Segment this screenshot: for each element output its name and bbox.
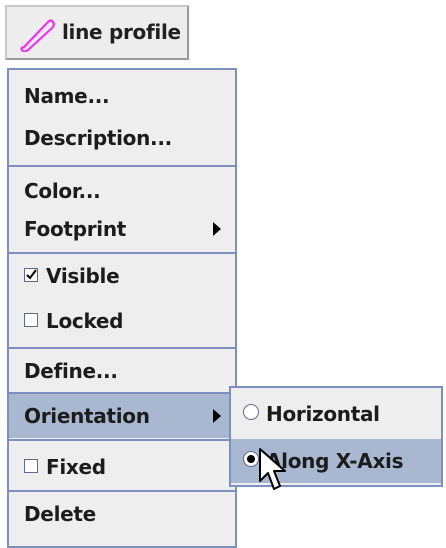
visible-checkbox-icon (24, 268, 38, 282)
menu-item-label: Name... (24, 84, 110, 108)
menu-item-label: Orientation (24, 404, 150, 428)
menu-item-orientation[interactable]: Orientation (9, 394, 235, 438)
submenu-item-label: Horizontal (266, 402, 380, 426)
horizontal-radio-icon (243, 404, 259, 420)
menu-item-label: Fixed (46, 455, 106, 479)
menu-item-delete[interactable]: Delete (9, 492, 235, 536)
menu-item-visible[interactable]: Visible (9, 254, 235, 298)
menu-separator (9, 439, 235, 441)
menu-item-label: Delete (24, 502, 96, 526)
tool-label: line profile (62, 20, 181, 44)
context-menu: Name... Description... Color... Footprin… (7, 68, 237, 548)
menu-item-label: Visible (46, 264, 120, 288)
menu-item-fixed[interactable]: Fixed (9, 445, 235, 489)
submenu-item-label: Along X-Axis (266, 449, 404, 473)
menu-item-footprint[interactable]: Footprint (9, 207, 235, 251)
submenu-arrow-icon (213, 409, 221, 423)
menu-item-label: Locked (46, 309, 124, 333)
menu-item-label: Define... (24, 359, 118, 383)
submenu-arrow-icon (213, 222, 221, 236)
orientation-submenu: Horizontal Along X-Axis (229, 386, 443, 487)
menu-item-define[interactable]: Define... (9, 349, 235, 393)
line-profile-button[interactable]: line profile (5, 5, 189, 60)
menu-item-locked[interactable]: Locked (9, 299, 235, 343)
fixed-checkbox-icon (24, 459, 38, 473)
locked-checkbox-icon (24, 313, 38, 327)
menu-item-name[interactable]: Name... (9, 74, 235, 118)
menu-separator (9, 165, 235, 167)
menu-item-label: Footprint (24, 217, 127, 241)
along-x-axis-radio-icon (243, 451, 259, 467)
submenu-item-horizontal[interactable]: Horizontal (231, 392, 441, 436)
menu-item-label: Color... (24, 179, 101, 203)
menu-item-description[interactable]: Description... (9, 116, 235, 160)
line-profile-icon (20, 19, 55, 52)
submenu-item-along-x-axis[interactable]: Along X-Axis (231, 439, 441, 483)
menu-item-label: Description... (24, 126, 172, 150)
